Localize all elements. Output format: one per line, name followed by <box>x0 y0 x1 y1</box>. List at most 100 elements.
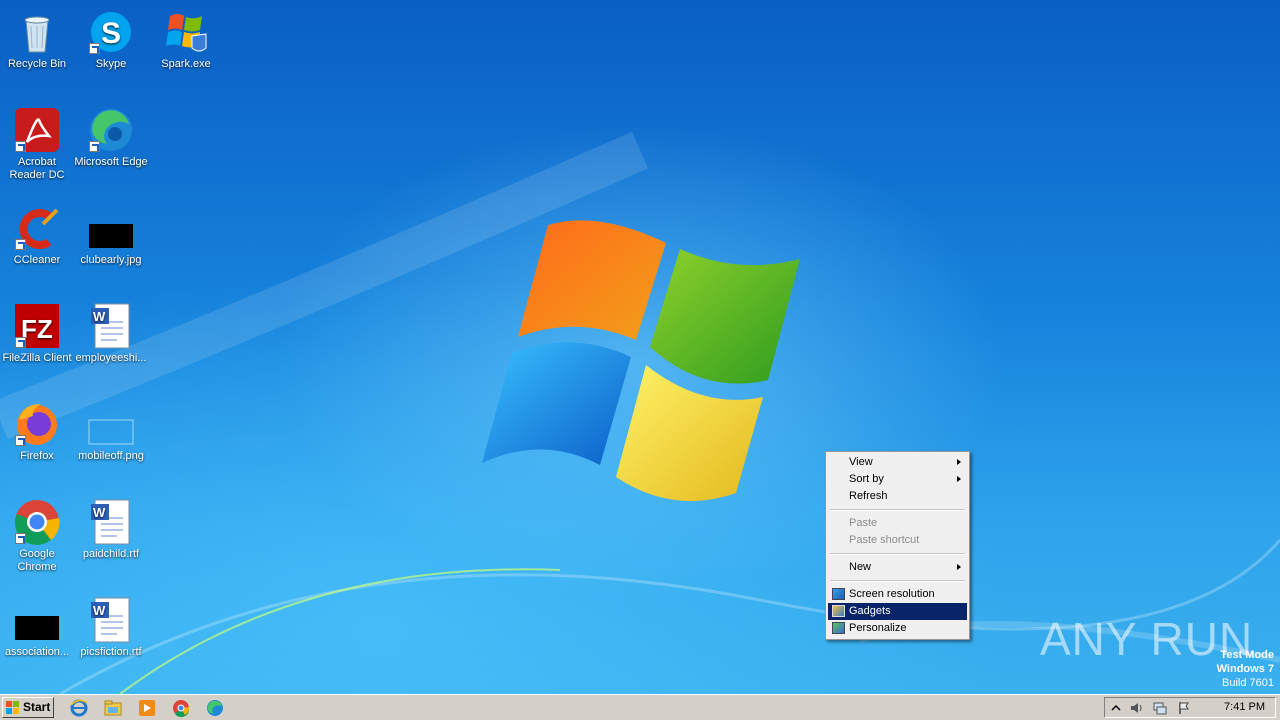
desktop-icon-edge[interactable]: Microsoft Edge <box>74 106 148 169</box>
test-mode-line: Test Mode <box>1220 649 1274 661</box>
gadgets-icon <box>832 605 845 617</box>
word-doc-icon: W <box>87 302 135 350</box>
edge-icon <box>87 106 135 154</box>
desktop-icon-skype[interactable]: S Skype <box>74 8 148 71</box>
media-player-icon[interactable] <box>138 699 156 717</box>
start-label: Start <box>23 700 51 714</box>
taskbar: Start 7:41 PM <box>0 694 1280 720</box>
menu-item-label: Sort by <box>849 473 884 485</box>
menu-item-gadgets[interactable]: Gadgets <box>828 603 967 620</box>
shortcut-arrow-icon <box>15 533 26 544</box>
network-icon[interactable] <box>1153 701 1167 715</box>
volume-icon[interactable] <box>1129 701 1143 715</box>
edge-icon[interactable] <box>206 699 224 717</box>
desktop-icon-label: FileZilla Client <box>2 352 72 364</box>
menu-item-label: New <box>849 561 872 573</box>
submenu-arrow-icon <box>957 459 961 465</box>
shortcut-arrow-icon <box>15 239 26 250</box>
menu-item-new[interactable]: New <box>828 559 967 576</box>
shortcut-arrow-icon <box>15 435 26 446</box>
desktop-icon-clubearly[interactable]: clubearly.jpg <box>74 204 148 267</box>
monitor-icon <box>832 588 845 600</box>
clock[interactable]: 7:41 PM <box>1224 701 1265 713</box>
desktop-icon-ccleaner[interactable]: CCleaner <box>0 204 74 267</box>
windows-flag-icon <box>162 8 210 56</box>
shortcut-arrow-icon <box>15 141 26 152</box>
menu-item-personalize[interactable]: Personalize <box>828 620 967 637</box>
desktop-icon-label: Skype <box>95 58 127 70</box>
personalize-icon <box>832 622 845 634</box>
desktop-icon-association[interactable]: association... <box>0 596 74 659</box>
desktop-icon-paidchild[interactable]: W paidchild.rtf <box>74 498 148 561</box>
menu-item-label: Personalize <box>849 622 907 634</box>
desktop-icon-label: Microsoft Edge <box>74 156 148 168</box>
menu-item-refresh[interactable]: Refresh <box>828 488 967 505</box>
chrome-icon <box>13 498 61 546</box>
desktop-icon-label: Google Chrome <box>17 548 57 573</box>
menu-item-label: Screen resolution <box>849 588 935 600</box>
filezilla-icon: FZ <box>13 302 61 350</box>
image-file-icon <box>87 400 135 448</box>
menu-item-paste[interactable]: Paste <box>828 515 967 532</box>
menu-item-view[interactable]: View <box>828 454 967 471</box>
desktop-icon-filezilla[interactable]: FZ FileZilla Client <box>0 302 74 365</box>
shortcut-arrow-icon <box>89 141 100 152</box>
windows-version-line: Windows 7 <box>1216 663 1274 675</box>
svg-text:W: W <box>93 603 106 618</box>
menu-separator <box>830 509 965 511</box>
desktop-icon-label: CCleaner <box>13 254 61 266</box>
skype-icon: S <box>87 8 135 56</box>
test-mode-notice: Test Mode Windows 7 Build 7601 <box>1217 648 1274 690</box>
word-doc-icon: W <box>87 498 135 546</box>
desktop-icon-label: mobileoff.png <box>78 450 144 462</box>
build-line: Build 7601 <box>1222 677 1274 689</box>
menu-item-label: View <box>849 456 873 468</box>
desktop-icon-picsfiction[interactable]: W picsfiction.rtf <box>74 596 148 659</box>
submenu-arrow-icon <box>957 476 961 482</box>
explorer-folder-icon[interactable] <box>104 699 122 717</box>
menu-item-sort-by[interactable]: Sort by <box>828 471 967 488</box>
firefox-icon <box>13 400 61 448</box>
menu-separator <box>830 553 965 555</box>
image-file-icon <box>87 204 135 252</box>
svg-text:W: W <box>93 505 106 520</box>
desktop-icon-mobileoff[interactable]: mobileoff.png <box>74 400 148 463</box>
desktop[interactable]: Recycle Bin Acrobat Reader DC CCleaner F… <box>0 0 1280 694</box>
internet-explorer-icon[interactable] <box>70 699 88 717</box>
menu-item-label: Refresh <box>849 490 888 502</box>
desktop-icon-label: Spark.exe <box>161 58 211 70</box>
windows-logo <box>482 220 800 502</box>
menu-item-screen-resolution[interactable]: Screen resolution <box>828 586 967 603</box>
desktop-icon-firefox[interactable]: Firefox <box>0 400 74 463</box>
desktop-icon-label: picsfiction.rtf <box>80 646 142 658</box>
submenu-arrow-icon <box>957 564 961 570</box>
action-center-flag-icon[interactable] <box>1177 701 1191 715</box>
chrome-icon[interactable] <box>172 699 190 717</box>
desktop-context-menu: View Sort by Refresh Paste Paste shortcu… <box>825 451 970 640</box>
desktop-icon-label: paidchild.rtf <box>82 548 140 560</box>
menu-item-label: Paste shortcut <box>849 534 920 546</box>
desktop-icon-label: employeeshi... <box>75 352 147 364</box>
word-doc-icon: W <box>87 596 135 644</box>
acrobat-icon <box>13 106 61 154</box>
desktop-icon-chrome[interactable]: Google Chrome <box>0 498 74 574</box>
desktop-icon-spark[interactable]: Spark.exe <box>149 8 223 71</box>
show-hidden-icons-icon[interactable] <box>1109 701 1123 715</box>
desktop-icon-employeeshi[interactable]: W employeeshi... <box>74 302 148 365</box>
start-button[interactable]: Start <box>2 697 54 718</box>
desktop-icon-label: Acrobat Reader DC <box>9 156 65 181</box>
desktop-icon-acrobat[interactable]: Acrobat Reader DC <box>0 106 74 182</box>
desktop-icon-label: Firefox <box>20 450 54 462</box>
windows-flag-icon <box>6 701 19 714</box>
menu-item-label: Gadgets <box>849 605 891 617</box>
desktop-icon-label: Recycle Bin <box>7 58 67 70</box>
system-tray: 7:41 PM <box>1104 697 1276 718</box>
svg-text:W: W <box>93 309 106 324</box>
recycle-bin-icon <box>13 8 61 56</box>
menu-separator <box>830 580 965 582</box>
menu-item-paste-shortcut[interactable]: Paste shortcut <box>828 532 967 549</box>
desktop-icon-label: clubearly.jpg <box>80 254 142 266</box>
desktop-icon-recycle-bin[interactable]: Recycle Bin <box>0 8 74 71</box>
menu-item-label: Paste <box>849 517 878 529</box>
svg-text:S: S <box>101 17 121 50</box>
